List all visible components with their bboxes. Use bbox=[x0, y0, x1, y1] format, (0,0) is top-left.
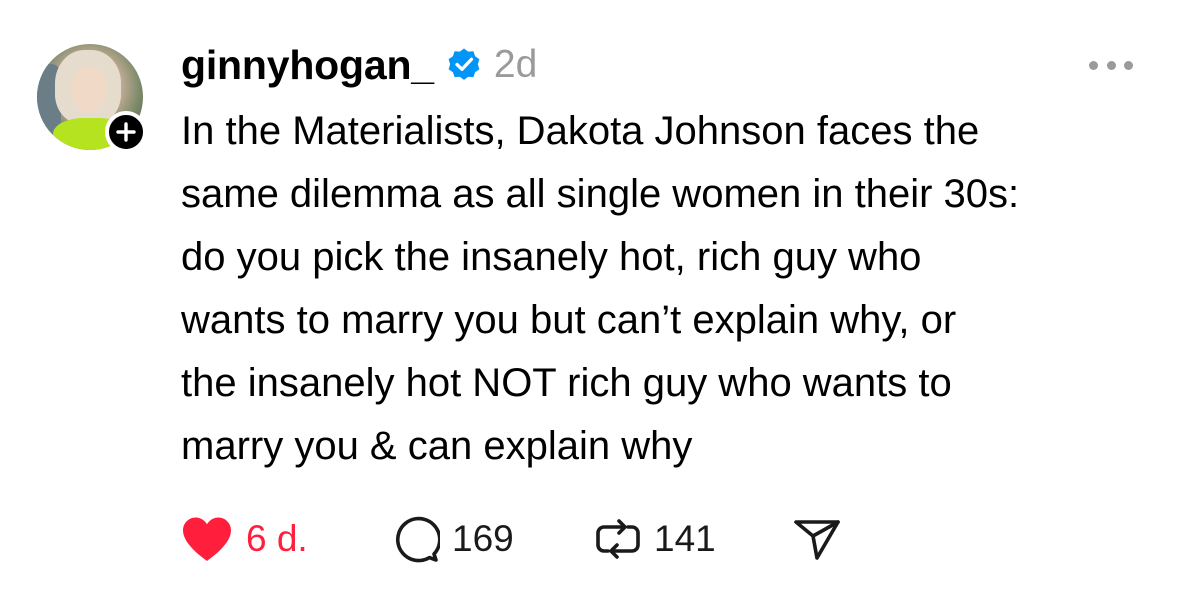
avatar-face bbox=[71, 66, 107, 112]
like-count: 6 d. bbox=[246, 518, 308, 559]
verified-check-icon bbox=[446, 47, 482, 83]
post-body-line: marry you & can explain why bbox=[181, 424, 693, 468]
username[interactable]: ginnyhogan_ bbox=[181, 42, 434, 89]
post-timestamp: 2d bbox=[493, 43, 538, 86]
post-header: ginnyhogan_ 2d bbox=[181, 38, 537, 92]
like-button[interactable]: 6 d. bbox=[180, 511, 308, 567]
thread-post: ginnyhogan_ 2d In the Materialists, Dako… bbox=[0, 0, 1179, 602]
send-icon bbox=[794, 520, 840, 560]
plus-icon bbox=[116, 122, 136, 142]
repost-button[interactable]: 141 bbox=[594, 511, 716, 567]
repost-icon bbox=[596, 519, 640, 559]
follow-button[interactable] bbox=[105, 111, 147, 153]
post-body: In the Materialists, Dakota Johnson face… bbox=[181, 100, 1161, 478]
post-body-line: the insanely hot NOT rich guy who wants … bbox=[181, 361, 952, 405]
post-body-line: same dilemma as all single women in thei… bbox=[181, 172, 1020, 216]
more-dots-icon bbox=[1124, 60, 1133, 70]
post-actions: 6 d. 169 141 bbox=[180, 511, 880, 567]
post-body-line: In the Materialists, Dakota Johnson face… bbox=[181, 109, 980, 153]
share-button[interactable] bbox=[792, 511, 842, 567]
more-dots-icon bbox=[1106, 60, 1116, 70]
reply-count: 169 bbox=[452, 518, 514, 559]
reply-button[interactable]: 169 bbox=[390, 511, 514, 567]
more-options-button[interactable] bbox=[1089, 58, 1133, 72]
speech-bubble-icon bbox=[395, 516, 440, 563]
post-body-line: do you pick the insanely hot, rich guy w… bbox=[181, 235, 922, 279]
repost-count: 141 bbox=[654, 518, 716, 559]
heart-icon bbox=[183, 517, 231, 561]
post-body-line: wants to marry you but can’t explain why… bbox=[181, 298, 957, 342]
more-dots-icon bbox=[1089, 60, 1098, 70]
